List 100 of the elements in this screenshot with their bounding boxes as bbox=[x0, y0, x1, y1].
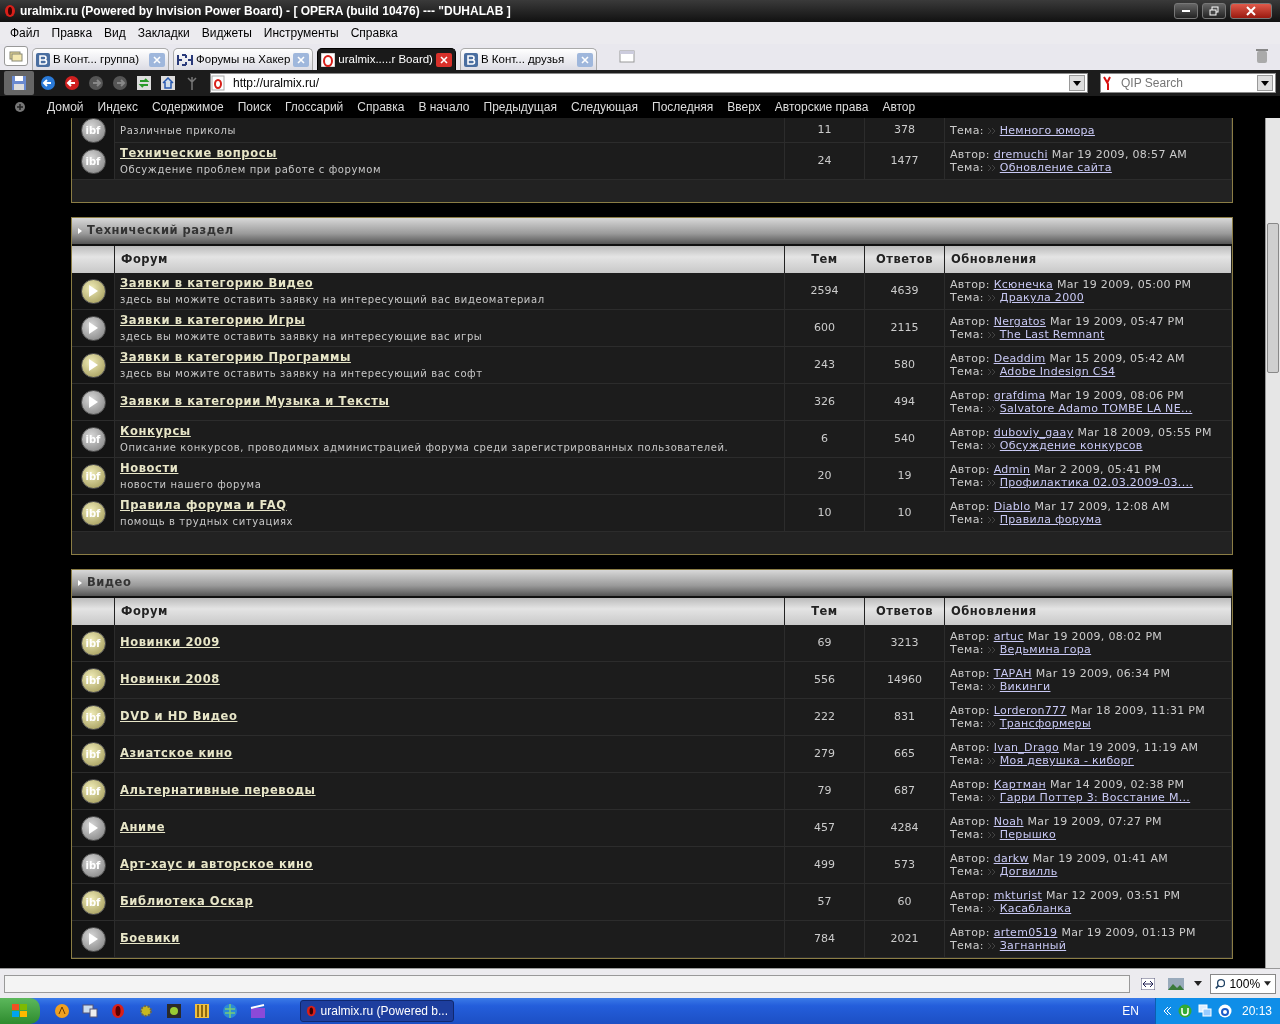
nav-link[interactable]: Справка bbox=[350, 98, 412, 116]
author-link[interactable]: dremuchi bbox=[993, 148, 1048, 161]
forum-link[interactable]: Технические вопросы bbox=[120, 144, 784, 163]
forum-link[interactable]: Новинки 2009 bbox=[120, 634, 784, 652]
language-indicator[interactable]: EN bbox=[1122, 1002, 1139, 1020]
topic-link[interactable]: Ведьмина гора bbox=[999, 643, 1092, 656]
nav-link[interactable]: Предыдущая bbox=[476, 98, 564, 116]
author-link[interactable]: artuc bbox=[993, 630, 1024, 643]
tab-close-button[interactable] bbox=[435, 52, 452, 67]
topic-link[interactable]: Касабланка bbox=[999, 902, 1072, 915]
author-link[interactable]: Admin bbox=[993, 463, 1031, 476]
author-link[interactable]: mkturist bbox=[993, 889, 1043, 902]
nav-link[interactable]: Содержимое bbox=[144, 98, 231, 116]
nav-link[interactable]: Вверх bbox=[720, 98, 768, 116]
messenger-icon[interactable] bbox=[1217, 1004, 1232, 1018]
close-button[interactable] bbox=[1230, 3, 1272, 19]
nav-link[interactable]: Поиск bbox=[230, 98, 278, 116]
forum-link[interactable]: Альтернативные переводы bbox=[120, 782, 784, 800]
author-link[interactable]: Ксюнечка bbox=[993, 278, 1053, 291]
nav-link[interactable]: Авторские права bbox=[767, 98, 876, 116]
panel-toggle-button[interactable] bbox=[4, 46, 28, 66]
taskbar-button[interactable]: uralmix.ru (Powered b... bbox=[300, 1000, 454, 1022]
forum-link[interactable]: Правила форума и FAQ bbox=[120, 496, 784, 515]
forum-link[interactable]: Азиатское кино bbox=[120, 745, 784, 763]
author-link[interactable]: Ivan_Drago bbox=[993, 741, 1060, 754]
nav-link[interactable]: Последняя bbox=[645, 98, 721, 116]
nav-link[interactable]: Следующая bbox=[563, 98, 645, 116]
forum-link[interactable]: Заявки в категорию Видео bbox=[120, 274, 784, 293]
menu-item[interactable]: Правка bbox=[45, 24, 99, 42]
nav-link[interactable]: Индекс bbox=[90, 98, 145, 116]
forum-link[interactable]: Аниме bbox=[120, 819, 784, 837]
forward-button[interactable] bbox=[86, 73, 106, 93]
quick-launch-button[interactable] bbox=[80, 1001, 100, 1021]
author-link[interactable]: grafdima bbox=[993, 389, 1046, 402]
dropdown-button[interactable] bbox=[1069, 75, 1085, 91]
fast-forward-button[interactable] bbox=[110, 73, 130, 93]
dropdown-button[interactable] bbox=[1257, 75, 1273, 91]
add-icon[interactable] bbox=[15, 102, 25, 112]
restore-button[interactable] bbox=[1202, 3, 1226, 19]
author-link[interactable]: Nergatos bbox=[993, 315, 1046, 328]
rewind-button[interactable] bbox=[62, 73, 82, 93]
forum-link[interactable]: Конкурсы bbox=[120, 422, 784, 441]
topic-link[interactable]: Викинги bbox=[999, 680, 1051, 693]
topic-link[interactable]: Salvatore Adamo TOMBE LA NE... bbox=[999, 402, 1193, 415]
author-link[interactable]: darkw bbox=[993, 852, 1029, 865]
browser-tab[interactable]: uralmix.....r Board) bbox=[317, 48, 456, 70]
browser-tab[interactable]: В Конт... друзья bbox=[459, 48, 597, 70]
menu-item[interactable]: Файл bbox=[4, 24, 46, 42]
topic-link[interactable]: Обновление сайта bbox=[999, 161, 1112, 174]
topic-link[interactable]: Моя девушка - киборг bbox=[999, 754, 1134, 767]
menu-item[interactable]: Инструменты bbox=[257, 24, 345, 42]
menu-item[interactable]: Виджеты bbox=[195, 24, 258, 42]
menu-item[interactable]: Справка bbox=[344, 24, 404, 42]
collapse-icon[interactable] bbox=[78, 580, 82, 586]
forum-link[interactable]: DVD и HD Видео bbox=[120, 708, 784, 726]
forum-link[interactable]: Новинки 2008 bbox=[120, 671, 784, 689]
reload-button[interactable] bbox=[134, 73, 154, 93]
topic-link[interactable]: Гарри Поттер 3: Восстание М... bbox=[999, 791, 1191, 804]
author-link[interactable]: artem0519 bbox=[993, 926, 1058, 939]
scrollbar[interactable] bbox=[1265, 118, 1280, 968]
topic-link[interactable]: Дракула 2000 bbox=[999, 291, 1085, 304]
nav-link[interactable]: Автор bbox=[875, 98, 923, 116]
author-link[interactable]: Lorderon777 bbox=[993, 704, 1067, 717]
browser-tab[interactable]: Форумы на Хакер bbox=[173, 48, 314, 70]
forum-link[interactable]: Заявки в категорию Игры bbox=[120, 311, 784, 330]
menu-item[interactable]: Вид bbox=[98, 24, 132, 42]
home-button[interactable] bbox=[158, 73, 178, 93]
author-link[interactable]: Diablo bbox=[993, 500, 1031, 513]
forum-link[interactable]: Заявки в категорию Программы bbox=[120, 348, 784, 367]
address-field[interactable]: http://uralmix.ru/ bbox=[210, 73, 1088, 93]
back-button[interactable] bbox=[38, 73, 58, 93]
topic-link[interactable]: Трансформеры bbox=[999, 717, 1091, 730]
quick-launch-button[interactable] bbox=[164, 1001, 184, 1021]
caret-icon[interactable] bbox=[1194, 981, 1202, 986]
chevron-icon[interactable] bbox=[1163, 1007, 1172, 1015]
forum-link[interactable]: Арт-хаус и авторское кино bbox=[120, 856, 784, 874]
start-button[interactable] bbox=[0, 998, 40, 1024]
torrent-icon[interactable] bbox=[1177, 1004, 1192, 1018]
forum-link[interactable]: Библиотека Оскар bbox=[120, 893, 784, 911]
minimize-button[interactable] bbox=[1174, 3, 1198, 19]
author-link[interactable]: Noah bbox=[993, 815, 1024, 828]
topic-link[interactable]: Догвилль bbox=[999, 865, 1058, 878]
quick-launch-button[interactable] bbox=[52, 1001, 72, 1021]
topic-link[interactable]: Перышко bbox=[999, 828, 1056, 841]
browser-tab[interactable]: В Конт... группа) bbox=[32, 48, 169, 70]
nav-link[interactable]: Домой bbox=[40, 98, 91, 116]
author-link[interactable]: duboviy_gaay bbox=[993, 426, 1074, 439]
menu-item[interactable]: Закладки bbox=[131, 24, 196, 42]
search-box[interactable]: QIP Search bbox=[1100, 73, 1276, 93]
forum-link[interactable]: Боевики bbox=[120, 930, 784, 948]
topic-link[interactable]: Немного юмора bbox=[999, 124, 1095, 137]
search-field[interactable]: QIP Search bbox=[1119, 73, 1249, 93]
topic-link[interactable]: Правила форума bbox=[999, 513, 1102, 526]
quick-launch-button[interactable] bbox=[248, 1001, 268, 1021]
network-icon[interactable] bbox=[1197, 1004, 1212, 1018]
author-link[interactable]: Картман bbox=[993, 778, 1046, 791]
collapse-icon[interactable] bbox=[78, 228, 82, 234]
nav-link[interactable]: В начало bbox=[411, 98, 477, 116]
forum-link[interactable]: Заявки в категории Музыка и Тексты bbox=[120, 393, 784, 411]
topic-link[interactable]: Загнанный bbox=[999, 939, 1067, 952]
